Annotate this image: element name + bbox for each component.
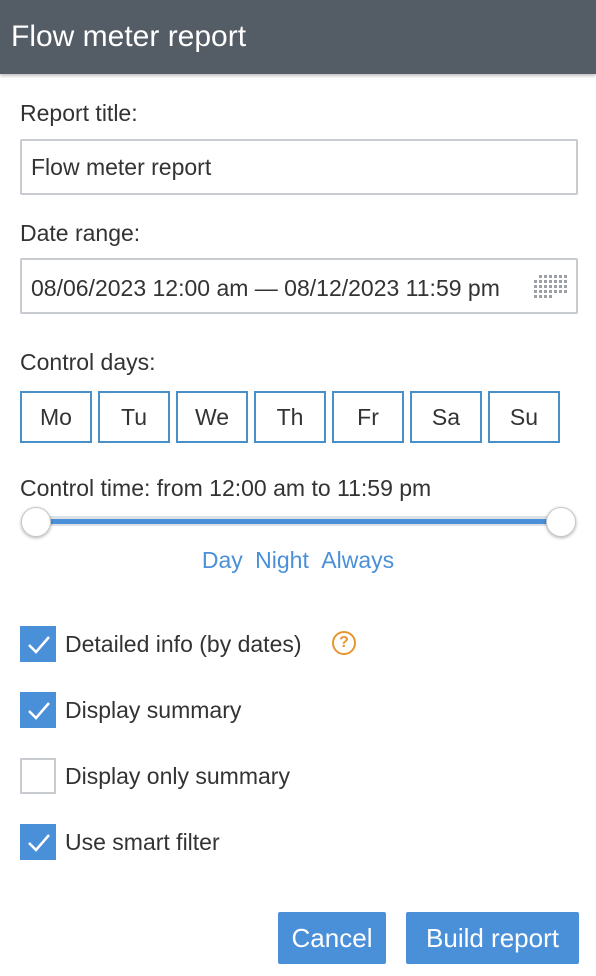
time-presets: Day Night Always [0,545,596,575]
cancel-button[interactable]: Cancel [278,912,386,964]
display-summary-label: Display summary [65,697,242,723]
smart-filter-label: Use smart filter [65,829,220,855]
day-toggle-we[interactable]: We [176,391,248,443]
smart-filter-checkbox[interactable] [20,824,56,860]
date-range-label: Date range: [20,220,141,246]
day-toggle-sa[interactable]: Sa [410,391,482,443]
window-title: Flow meter report [11,20,247,53]
build-report-button[interactable]: Build report [406,912,579,964]
day-toggle-tu[interactable]: Tu [98,391,170,443]
date-range-field[interactable]: 08/06/2023 12:00 am — 08/12/2023 11:59 p… [20,258,578,314]
day-toggle-mo[interactable]: Mo [20,391,92,443]
checkmark-icon [28,834,50,852]
control-time-label: Control time: from 12:00 am to 11:59 pm [20,475,432,501]
display-only-summary-checkbox[interactable] [20,758,56,794]
report-title-input[interactable] [20,139,578,195]
control-days-label: Control days: [20,349,156,375]
detailed-info-option: Detailed info (by dates) ? [20,626,580,662]
display-only-summary-label: Display only summary [65,763,290,789]
slider-end-handle[interactable] [546,507,576,537]
window-title-bar: Flow meter report [0,0,596,74]
question-circle-icon[interactable]: ? [332,631,356,655]
slider-start-handle[interactable] [21,507,51,537]
day-toggle-fr[interactable]: Fr [332,391,404,443]
day-toggle-su[interactable]: Su [488,391,560,443]
detailed-info-label: Detailed info (by dates) [65,631,302,657]
smart-filter-option: Use smart filter [20,824,580,860]
checkmark-icon [28,702,50,720]
display-only-summary-option: Display only summary [20,758,580,794]
date-range-value: 08/06/2023 12:00 am — 08/12/2023 11:59 p… [31,275,500,301]
slider-range-fill [36,519,562,524]
preset-always-link[interactable]: Always [321,547,394,573]
display-summary-checkbox[interactable] [20,692,56,728]
day-toggle-th[interactable]: Th [254,391,326,443]
preset-night-link[interactable]: Night [255,547,309,573]
calendar-grid-icon[interactable] [534,275,568,299]
detailed-info-checkbox[interactable] [20,626,56,662]
report-title-label: Report title: [20,100,138,126]
checkmark-icon [28,636,50,654]
display-summary-option: Display summary [20,692,580,728]
control-days-group: Mo Tu We Th Fr Sa Su [20,391,580,443]
preset-day-link[interactable]: Day [202,547,243,573]
control-time-slider[interactable] [20,505,578,539]
